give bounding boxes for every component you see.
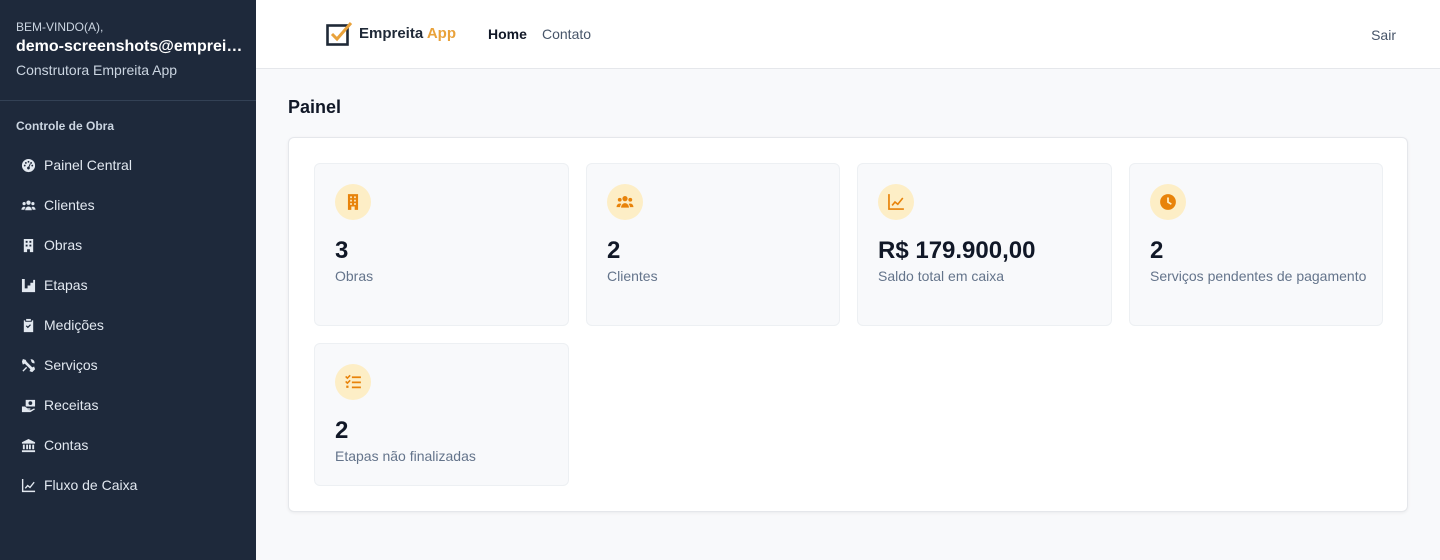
sidebar-item-label: Etapas (44, 277, 88, 293)
stairs-icon (20, 277, 36, 293)
top-navbar: Empreita App Home Contato Sair (256, 0, 1440, 69)
stat-value: 2 (335, 417, 349, 444)
money-hand-icon (20, 397, 36, 413)
stat-value: R$ 179.900,00 (878, 237, 1036, 264)
tools-icon (20, 357, 36, 373)
logout-link[interactable]: Sair (1371, 27, 1396, 43)
sidebar-item-label: Medições (44, 317, 104, 333)
stat-label: Serviços pendentes de pagamento (1150, 268, 1367, 284)
sidebar-item-label: Fluxo de Caixa (44, 477, 138, 493)
sidebar-item-fluxo-de-caixa[interactable]: Fluxo de Caixa (0, 465, 256, 505)
bank-icon (20, 437, 36, 453)
sidebar-item-label: Contas (44, 437, 89, 453)
nav-contato-link[interactable]: Contato (542, 26, 591, 42)
clock-icon (1150, 184, 1186, 220)
stat-value: 2 (1150, 237, 1164, 264)
welcome-text: BEM-VINDO(A), (16, 20, 104, 34)
logo[interactable]: Empreita App (326, 21, 456, 46)
logo-accent-text: App (426, 25, 456, 42)
stat-card-etapas[interactable]: 2 Etapas não finalizadas (314, 343, 569, 486)
sidebar-item-etapas[interactable]: Etapas (0, 265, 256, 305)
user-email: demo-screenshots@empreita... (16, 38, 244, 55)
logo-check-icon (326, 21, 353, 46)
page-title: Painel (288, 97, 342, 117)
users-icon (607, 184, 643, 220)
checklist-icon (335, 364, 371, 400)
user-info: BEM-VINDO(A), demo-screenshots@empreita.… (0, 0, 256, 101)
stat-card-obras[interactable]: 3 Obras (314, 163, 569, 326)
building-icon (335, 184, 371, 220)
sidebar-item-label: Obras (44, 237, 83, 253)
company-name: Construtora Empreita App (16, 62, 178, 78)
dashboard-panel: 3 Obras 2 Clientes R$ 179.900,00 Saldo t… (288, 137, 1408, 512)
stat-label: Etapas não finalizadas (335, 448, 476, 464)
stat-value: 2 (607, 237, 621, 264)
sidebar-item-label: Serviços (44, 357, 98, 373)
stat-label: Saldo total em caixa (878, 268, 1005, 284)
chart-line-icon (878, 184, 914, 220)
clipboard-check-icon (20, 317, 36, 333)
stat-label: Obras (335, 268, 374, 284)
sidebar-item-receitas[interactable]: Receitas (0, 385, 256, 425)
logo-main-text: Empreita (359, 25, 424, 42)
sidebar-item-obras[interactable]: Obras (0, 225, 256, 265)
sidebar-item-label: Painel Central (44, 157, 132, 173)
sidebar-item-painel-central[interactable]: Painel Central (0, 145, 256, 185)
nav-home-link[interactable]: Home (488, 26, 527, 42)
users-icon (20, 197, 36, 213)
logo-text: Empreita App (359, 25, 456, 42)
sidebar: BEM-VINDO(A), demo-screenshots@empreita.… (0, 0, 256, 560)
sidebar-nav: Painel Central Clientes Obras Etapas Med… (0, 145, 256, 505)
building-icon (20, 237, 36, 253)
stat-card-clientes[interactable]: 2 Clientes (586, 163, 840, 326)
stat-label: Clientes (607, 268, 658, 284)
sidebar-section-title: Controle de Obra (16, 119, 115, 133)
dashboard-icon (20, 157, 36, 173)
chart-line-icon (20, 477, 36, 493)
sidebar-item-contas[interactable]: Contas (0, 425, 256, 465)
sidebar-item-label: Clientes (44, 197, 95, 213)
stat-card-servicos-pendentes[interactable]: 2 Serviços pendentes de pagamento (1129, 163, 1383, 326)
sidebar-item-medicoes[interactable]: Medições (0, 305, 256, 345)
stat-value: 3 (335, 237, 349, 264)
sidebar-item-clientes[interactable]: Clientes (0, 185, 256, 225)
stat-card-saldo[interactable]: R$ 179.900,00 Saldo total em caixa (857, 163, 1112, 326)
sidebar-item-servicos[interactable]: Serviços (0, 345, 256, 385)
sidebar-item-label: Receitas (44, 397, 99, 413)
